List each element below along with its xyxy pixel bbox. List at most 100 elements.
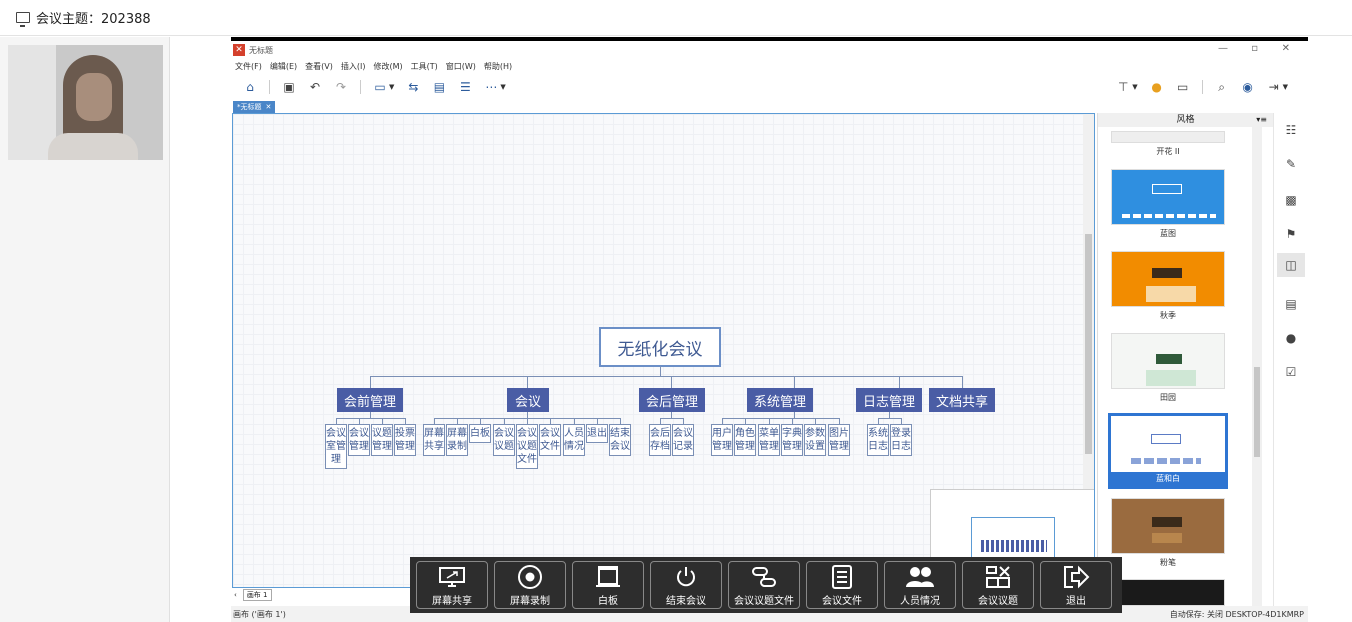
scroll-left-icon[interactable]: ‹ <box>234 591 237 599</box>
button-label: 会议议题 <box>978 595 1018 607</box>
style-panel-header: 风格 ▾≡ <box>1098 113 1273 127</box>
participant-video[interactable] <box>8 45 163 160</box>
leaf-room-mgmt[interactable]: 会议室管理 <box>325 424 347 469</box>
undo-icon[interactable]: ↶ <box>308 80 322 94</box>
save-icon[interactable]: ▣ <box>282 80 296 94</box>
branch-pre-meeting[interactable]: 会前管理 <box>337 388 403 412</box>
mindmap-canvas[interactable]: 无纸化会议 会前管理 会议 会后管理 系统管理 日志管理 文档共享 会议室管理 … <box>232 113 1095 588</box>
sheet-tab-1[interactable]: 画布 1 <box>242 589 272 601</box>
insert-topic-icon[interactable]: ▭ <box>373 80 387 94</box>
leaf-vote-mgmt[interactable]: 投票管理 <box>394 424 416 456</box>
button-label: 会议议题文件 <box>734 595 794 607</box>
summary-icon[interactable]: ☰ <box>458 80 472 94</box>
screen-record-button[interactable]: 屏幕录制 <box>494 561 566 609</box>
style-panel-scrollbar[interactable] <box>1252 127 1262 606</box>
leaf-meeting-files[interactable]: 会议文件 <box>539 424 561 456</box>
app-titlebar: ✕ 无标题 — ▫ ✕ <box>231 41 1308 59</box>
theme-thumb-blue-white[interactable]: 蓝和白 <box>1108 413 1228 489</box>
menu-window[interactable]: 窗口(W) <box>446 61 476 72</box>
leaf-topic-files[interactable]: 会议议题文件 <box>516 424 538 469</box>
leaf-screen-record[interactable]: 屏幕录制 <box>446 424 468 456</box>
topic-files-button[interactable]: 会议议题文件 <box>728 561 800 609</box>
flag-icon[interactable]: ⚑ <box>1284 227 1298 241</box>
style-panel-title: 风格 <box>1176 115 1195 125</box>
branch-system[interactable]: 系统管理 <box>747 388 813 412</box>
leaf-login-log[interactable]: 登录日志 <box>890 424 912 456</box>
root-topic[interactable]: 无纸化会议 <box>599 327 721 367</box>
document-tabs: *无标题 ✕ <box>231 101 1308 113</box>
branch-meeting[interactable]: 会议 <box>507 388 549 412</box>
menu-insert[interactable]: 插入(I) <box>341 61 366 72</box>
relationship-icon[interactable]: ⇆ <box>406 80 420 94</box>
home-icon[interactable]: ⌂ <box>243 80 257 94</box>
comment-icon[interactable]: ● <box>1284 331 1298 345</box>
branch-log[interactable]: 日志管理 <box>856 388 922 412</box>
theme-thumb-autumn[interactable] <box>1111 251 1225 307</box>
menu-view[interactable]: 查看(V) <box>305 61 333 72</box>
theme-thumb-dark[interactable] <box>1111 579 1225 606</box>
leaf-menu-mgmt[interactable]: 菜单管理 <box>758 424 780 456</box>
menu-modify[interactable]: 修改(M) <box>373 61 402 72</box>
menu-tools[interactable]: 工具(T) <box>411 61 438 72</box>
redo-icon[interactable]: ↷ <box>334 80 348 94</box>
meeting-topic-button[interactable]: 会议议题 <box>962 561 1034 609</box>
leaf-whiteboard[interactable]: 白板 <box>469 424 491 443</box>
minimize-button[interactable]: — <box>1218 43 1228 54</box>
image-icon[interactable]: ▩ <box>1284 193 1298 207</box>
branch-post-meeting[interactable]: 会后管理 <box>639 388 705 412</box>
leaf-screen-share[interactable]: 屏幕共享 <box>423 424 445 456</box>
style-icon[interactable]: ◫ <box>1277 253 1305 277</box>
menubar: 文件(F) 编辑(E) 查看(V) 插入(I) 修改(M) 工具(T) 窗口(W… <box>231 59 1308 73</box>
meeting-title: 会议主题：202388 <box>36 12 151 27</box>
panel-options-icon[interactable]: ▾≡ <box>1256 113 1267 127</box>
end-meeting-button[interactable]: 结束会议 <box>650 561 722 609</box>
leaf-attendance[interactable]: 人员情况 <box>563 424 585 456</box>
exit-button[interactable]: 退出 <box>1040 561 1112 609</box>
leaf-end-meeting[interactable]: 结束会议 <box>609 424 631 456</box>
attendance-button[interactable]: 人员情况 <box>884 561 956 609</box>
leaf-role-mgmt[interactable]: 角色管理 <box>734 424 756 456</box>
menu-edit[interactable]: 编辑(E) <box>270 61 297 72</box>
leaf-param-settings[interactable]: 参数设置 <box>804 424 826 456</box>
task-icon[interactable]: ☑ <box>1284 365 1298 379</box>
boundary-icon[interactable]: ▤ <box>432 80 446 94</box>
leaf-topic-mgmt[interactable]: 议题管理 <box>371 424 393 456</box>
close-button[interactable]: ✕ <box>1282 43 1290 54</box>
branch-doc-share[interactable]: 文档共享 <box>929 388 995 412</box>
whiteboard-button[interactable]: 白板 <box>572 561 644 609</box>
theme-name: 秋季 <box>1160 311 1176 320</box>
presentation-icon[interactable]: ⊤ <box>1116 80 1130 94</box>
maximize-button[interactable]: ▫ <box>1251 43 1258 54</box>
leaf-minutes[interactable]: 会议记录 <box>672 424 694 456</box>
leaf-system-log[interactable]: 系统日志 <box>867 424 889 456</box>
share-icon[interactable]: ◉ <box>1241 80 1255 94</box>
format-brush-icon[interactable]: ✎ <box>1284 157 1298 171</box>
theme-thumb-chalk[interactable] <box>1111 498 1225 554</box>
theme-thumb-blueprint[interactable] <box>1111 169 1225 225</box>
meeting-files-button[interactable]: 会议文件 <box>806 561 878 609</box>
button-label: 会议文件 <box>822 595 862 607</box>
leaf-user-mgmt[interactable]: 用户管理 <box>711 424 733 456</box>
tab-untitled[interactable]: *无标题 ✕ <box>233 101 276 113</box>
theme-thumb-pastoral[interactable] <box>1111 333 1225 389</box>
leaf-meeting-mgmt[interactable]: 会议管理 <box>348 424 370 456</box>
export-icon[interactable]: ⇥ <box>1267 80 1281 94</box>
outline-icon[interactable]: ▭ <box>1176 80 1190 94</box>
leaf-exit[interactable]: 退出 <box>586 424 608 443</box>
close-tab-icon[interactable]: ✕ <box>266 103 272 111</box>
screen-share-button[interactable]: 屏幕共享 <box>416 561 488 609</box>
leaf-archive[interactable]: 会后存档 <box>649 424 671 456</box>
leaf-meeting-topic[interactable]: 会议议题 <box>493 424 515 456</box>
menu-help[interactable]: 帮助(H) <box>484 61 512 72</box>
notes-icon[interactable]: ▤ <box>1284 297 1298 311</box>
theme-thumb-bloom[interactable] <box>1111 131 1225 143</box>
outline-view-icon[interactable]: ☷ <box>1284 123 1298 137</box>
status-left: 画布 ('画布 1') <box>233 609 286 619</box>
record-icon <box>517 564 543 590</box>
leaf-dict-mgmt[interactable]: 字典管理 <box>781 424 803 456</box>
search-icon[interactable]: ⌕ <box>1215 80 1229 94</box>
more-icon[interactable]: ⋯ <box>484 80 498 94</box>
menu-file[interactable]: 文件(F) <box>235 61 262 72</box>
leaf-image-mgmt[interactable]: 图片管理 <box>828 424 850 456</box>
idea-icon[interactable]: ● <box>1150 80 1164 94</box>
